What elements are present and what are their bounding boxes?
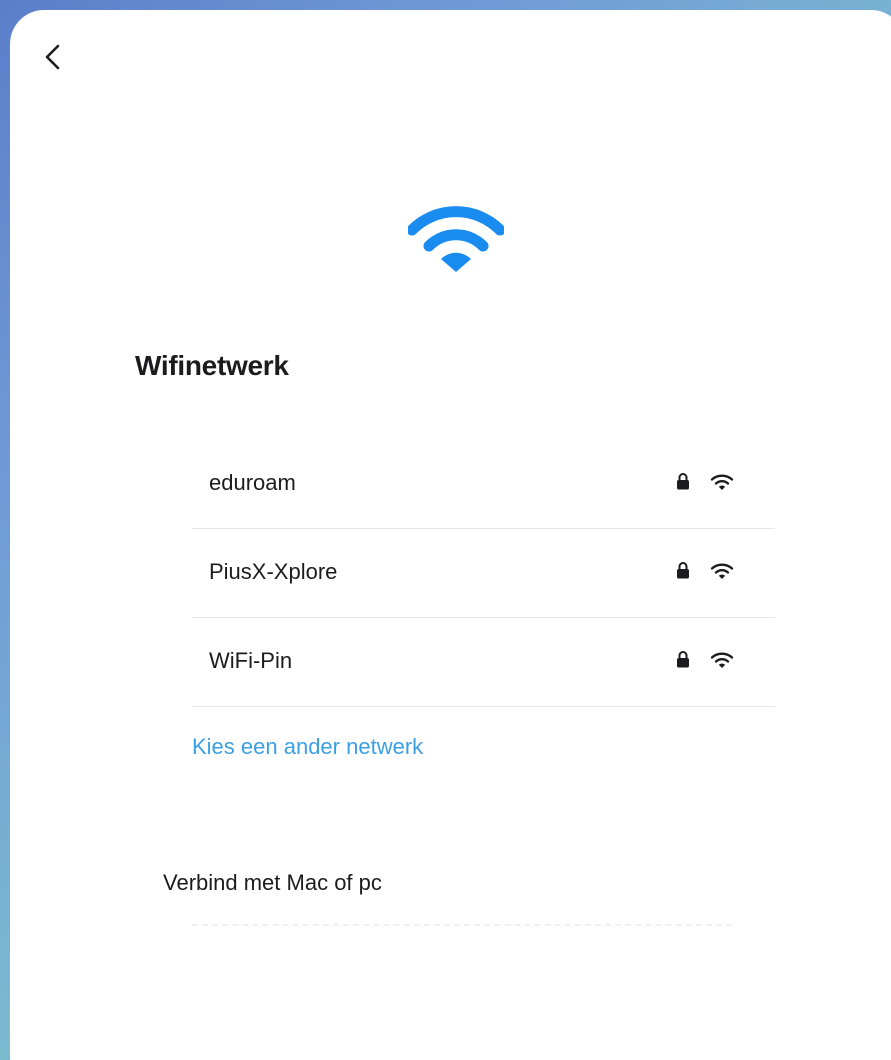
page-title: Wifinetwerk	[135, 350, 289, 381]
network-name: PiusX-Xplore	[209, 559, 338, 584]
network-name: WiFi-Pin	[209, 648, 293, 673]
wifi-signal-icon	[710, 473, 734, 491]
network-row-wifi-pin[interactable]: WiFi-Pin	[192, 618, 775, 707]
chevron-left-icon	[45, 44, 60, 70]
wifi-signal-icon	[710, 651, 734, 669]
divider	[192, 924, 732, 926]
lock-icon	[676, 472, 690, 490]
network-name: eduroam	[209, 470, 296, 495]
connect-mac-pc-label[interactable]: Verbind met Mac of pc	[163, 870, 382, 896]
network-list: eduroam PiusX-Xplore WiFi-Pin	[192, 440, 775, 707]
back-button[interactable]	[38, 38, 72, 78]
wifi-signal-icon	[710, 562, 734, 580]
setup-card: Wifinetwerk eduroam PiusX-Xplore WiFi-Pi…	[10, 10, 891, 1060]
lock-icon	[676, 561, 690, 579]
choose-other-network-link[interactable]: Kies een ander netwerk	[192, 734, 423, 760]
network-row-piusx-xplore[interactable]: PiusX-Xplore	[192, 529, 775, 618]
lock-icon	[676, 650, 690, 668]
wifi-icon	[406, 206, 506, 276]
network-row-eduroam[interactable]: eduroam	[192, 440, 775, 529]
